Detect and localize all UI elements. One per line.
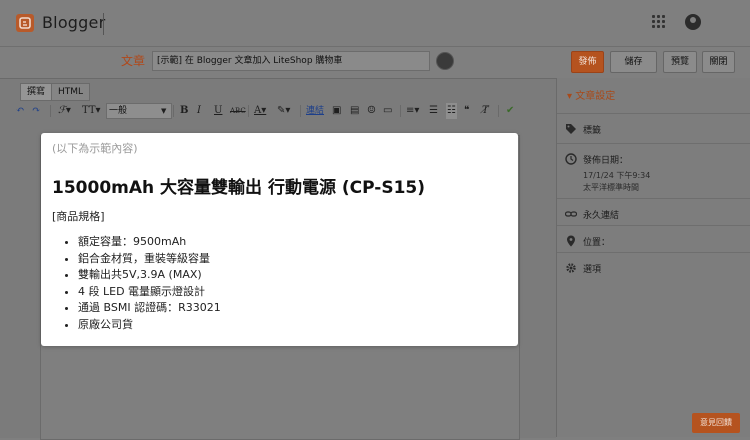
post-content-card[interactable]: (以下為示範內容) 15000mAh 大容量雙輸出 行動電源 (CP-S15) … bbox=[41, 133, 518, 346]
numbered-list-icon[interactable]: ☰ bbox=[429, 103, 438, 119]
toolbar-divider bbox=[300, 105, 301, 117]
options-label: 選項 bbox=[583, 265, 602, 275]
underline-icon[interactable]: U bbox=[214, 103, 222, 119]
post-settings-label: 文章設定 bbox=[575, 91, 616, 102]
sidebar-item-permalink[interactable]: 永久連結 bbox=[557, 198, 750, 226]
toolbar-divider bbox=[173, 105, 174, 117]
toolbar-divider bbox=[498, 105, 499, 117]
product-heading: 15000mAh 大容量雙輸出 行動電源 (CP-S15) bbox=[52, 178, 426, 198]
insert-link-button[interactable]: 連結 bbox=[306, 103, 324, 119]
spec-item: 雙輸出共5V,3.9A (MAX) bbox=[78, 267, 221, 284]
italic-icon[interactable]: I bbox=[197, 103, 201, 119]
timezone-value: 太平洋標準時間 bbox=[583, 183, 639, 192]
apps-grid-icon[interactable] bbox=[652, 15, 666, 29]
close-button[interactable]: 關閉 bbox=[702, 51, 735, 73]
link-icon bbox=[565, 211, 577, 217]
clear-formatting-icon[interactable]: T̸ bbox=[482, 103, 489, 119]
spec-list: 額定容量：9500mAh 鋁合金材質，重裝等級容量 雙輸出共5V,3.9A (M… bbox=[52, 234, 221, 333]
sidebar-item-location[interactable]: 位置： bbox=[557, 225, 750, 253]
insert-video-icon[interactable]: ▤ bbox=[350, 103, 359, 119]
gear-icon bbox=[566, 263, 576, 273]
sidebar-item-labels[interactable]: 標籤 bbox=[557, 113, 750, 144]
insert-jump-break-icon[interactable]: ▭ bbox=[383, 103, 392, 119]
location-pin-icon bbox=[567, 235, 575, 247]
post-title-row: 文章 [示範] 在 Blogger 文章加入 LiteShop 購物車 發佈 儲… bbox=[0, 47, 750, 77]
permalink-label: 永久連結 bbox=[583, 211, 620, 221]
spec-item: 原廠公司貨 bbox=[78, 317, 221, 334]
insert-image-icon[interactable]: ▣ bbox=[332, 103, 341, 119]
insert-emoji-icon[interactable]: ☺ bbox=[367, 103, 376, 119]
spec-label: [商品規格] bbox=[52, 210, 105, 223]
post-settings-sidebar: ▾ 文章設定 標籤 發佈日期： 17/1/24 下午9:34 太平洋標準時間 永… bbox=[556, 78, 750, 437]
tag-icon bbox=[566, 124, 576, 134]
toolbar-divider bbox=[50, 105, 51, 117]
top-bar: Blogger bbox=[0, 0, 750, 47]
font-size-icon[interactable]: TT▾ bbox=[82, 103, 101, 119]
post-settings-heading[interactable]: ▾ 文章設定 bbox=[567, 87, 615, 102]
spec-item: 額定容量：9500mAh bbox=[78, 234, 221, 251]
brand-name[interactable]: Blogger bbox=[42, 13, 105, 32]
undo-icon[interactable]: ↶ bbox=[16, 103, 24, 119]
sidebar-item-labels-label: 標籤 bbox=[583, 126, 602, 136]
author-avatar[interactable] bbox=[436, 52, 454, 70]
bulleted-list-icon[interactable]: ☷ bbox=[446, 103, 457, 119]
clock-icon bbox=[565, 153, 577, 165]
spec-item: 4 段 LED 電量顯示燈設計 bbox=[78, 284, 221, 301]
formatting-toolbar: ↶ ↷ ℱ▾ TT▾ 一般 ▼ B I U ABC A▾ ✎▾ 連結 ▣ ▤ ☺… bbox=[16, 103, 536, 121]
spec-item: 通過 BSMI 認證碼：R33021 bbox=[78, 300, 221, 317]
bold-icon[interactable]: B bbox=[180, 103, 188, 119]
toolbar-divider bbox=[400, 105, 401, 117]
publish-date-label: 發佈日期： bbox=[583, 156, 629, 166]
spec-item: 鋁合金材質，重裝等級容量 bbox=[78, 251, 221, 268]
preview-button[interactable]: 預覽 bbox=[663, 51, 697, 73]
blogger-logo-icon[interactable] bbox=[16, 14, 34, 32]
publish-button[interactable]: 發佈 bbox=[571, 51, 604, 73]
font-family-icon[interactable]: ℱ▾ bbox=[58, 103, 71, 119]
post-title-input[interactable]: [示範] 在 Blogger 文章加入 LiteShop 購物車 bbox=[152, 51, 430, 71]
alignment-icon[interactable]: ≡▾ bbox=[406, 103, 419, 119]
save-button[interactable]: 儲存 bbox=[610, 51, 657, 73]
toolbar-divider bbox=[248, 105, 249, 117]
chevron-down-icon[interactable]: ▼ bbox=[161, 103, 166, 119]
demo-note: (以下為示範內容) bbox=[52, 142, 138, 155]
publish-date-value: 17/1/24 下午9:34 bbox=[583, 171, 651, 180]
text-color-icon[interactable]: A▾ bbox=[254, 103, 266, 119]
location-label: 位置： bbox=[583, 238, 611, 248]
account-avatar-icon[interactable] bbox=[685, 14, 701, 30]
strikethrough-icon[interactable]: ABC bbox=[230, 103, 246, 119]
send-feedback-button[interactable]: 意見回饋 bbox=[692, 413, 740, 433]
highlight-color-icon[interactable]: ✎▾ bbox=[277, 103, 290, 119]
spell-check-icon[interactable]: ✔ bbox=[506, 103, 514, 119]
quote-icon[interactable]: ❝ bbox=[464, 103, 469, 119]
brand-divider bbox=[103, 13, 104, 35]
sidebar-item-publish-date[interactable]: 發佈日期： 17/1/24 下午9:34 太平洋標準時間 bbox=[557, 143, 750, 199]
redo-icon[interactable]: ↷ bbox=[32, 103, 40, 119]
post-title-label: 文章 bbox=[121, 54, 146, 68]
sidebar-item-options[interactable]: 選項 bbox=[557, 252, 750, 280]
tab-compose[interactable]: 撰寫 bbox=[20, 83, 53, 101]
tab-html[interactable]: HTML bbox=[51, 83, 91, 101]
